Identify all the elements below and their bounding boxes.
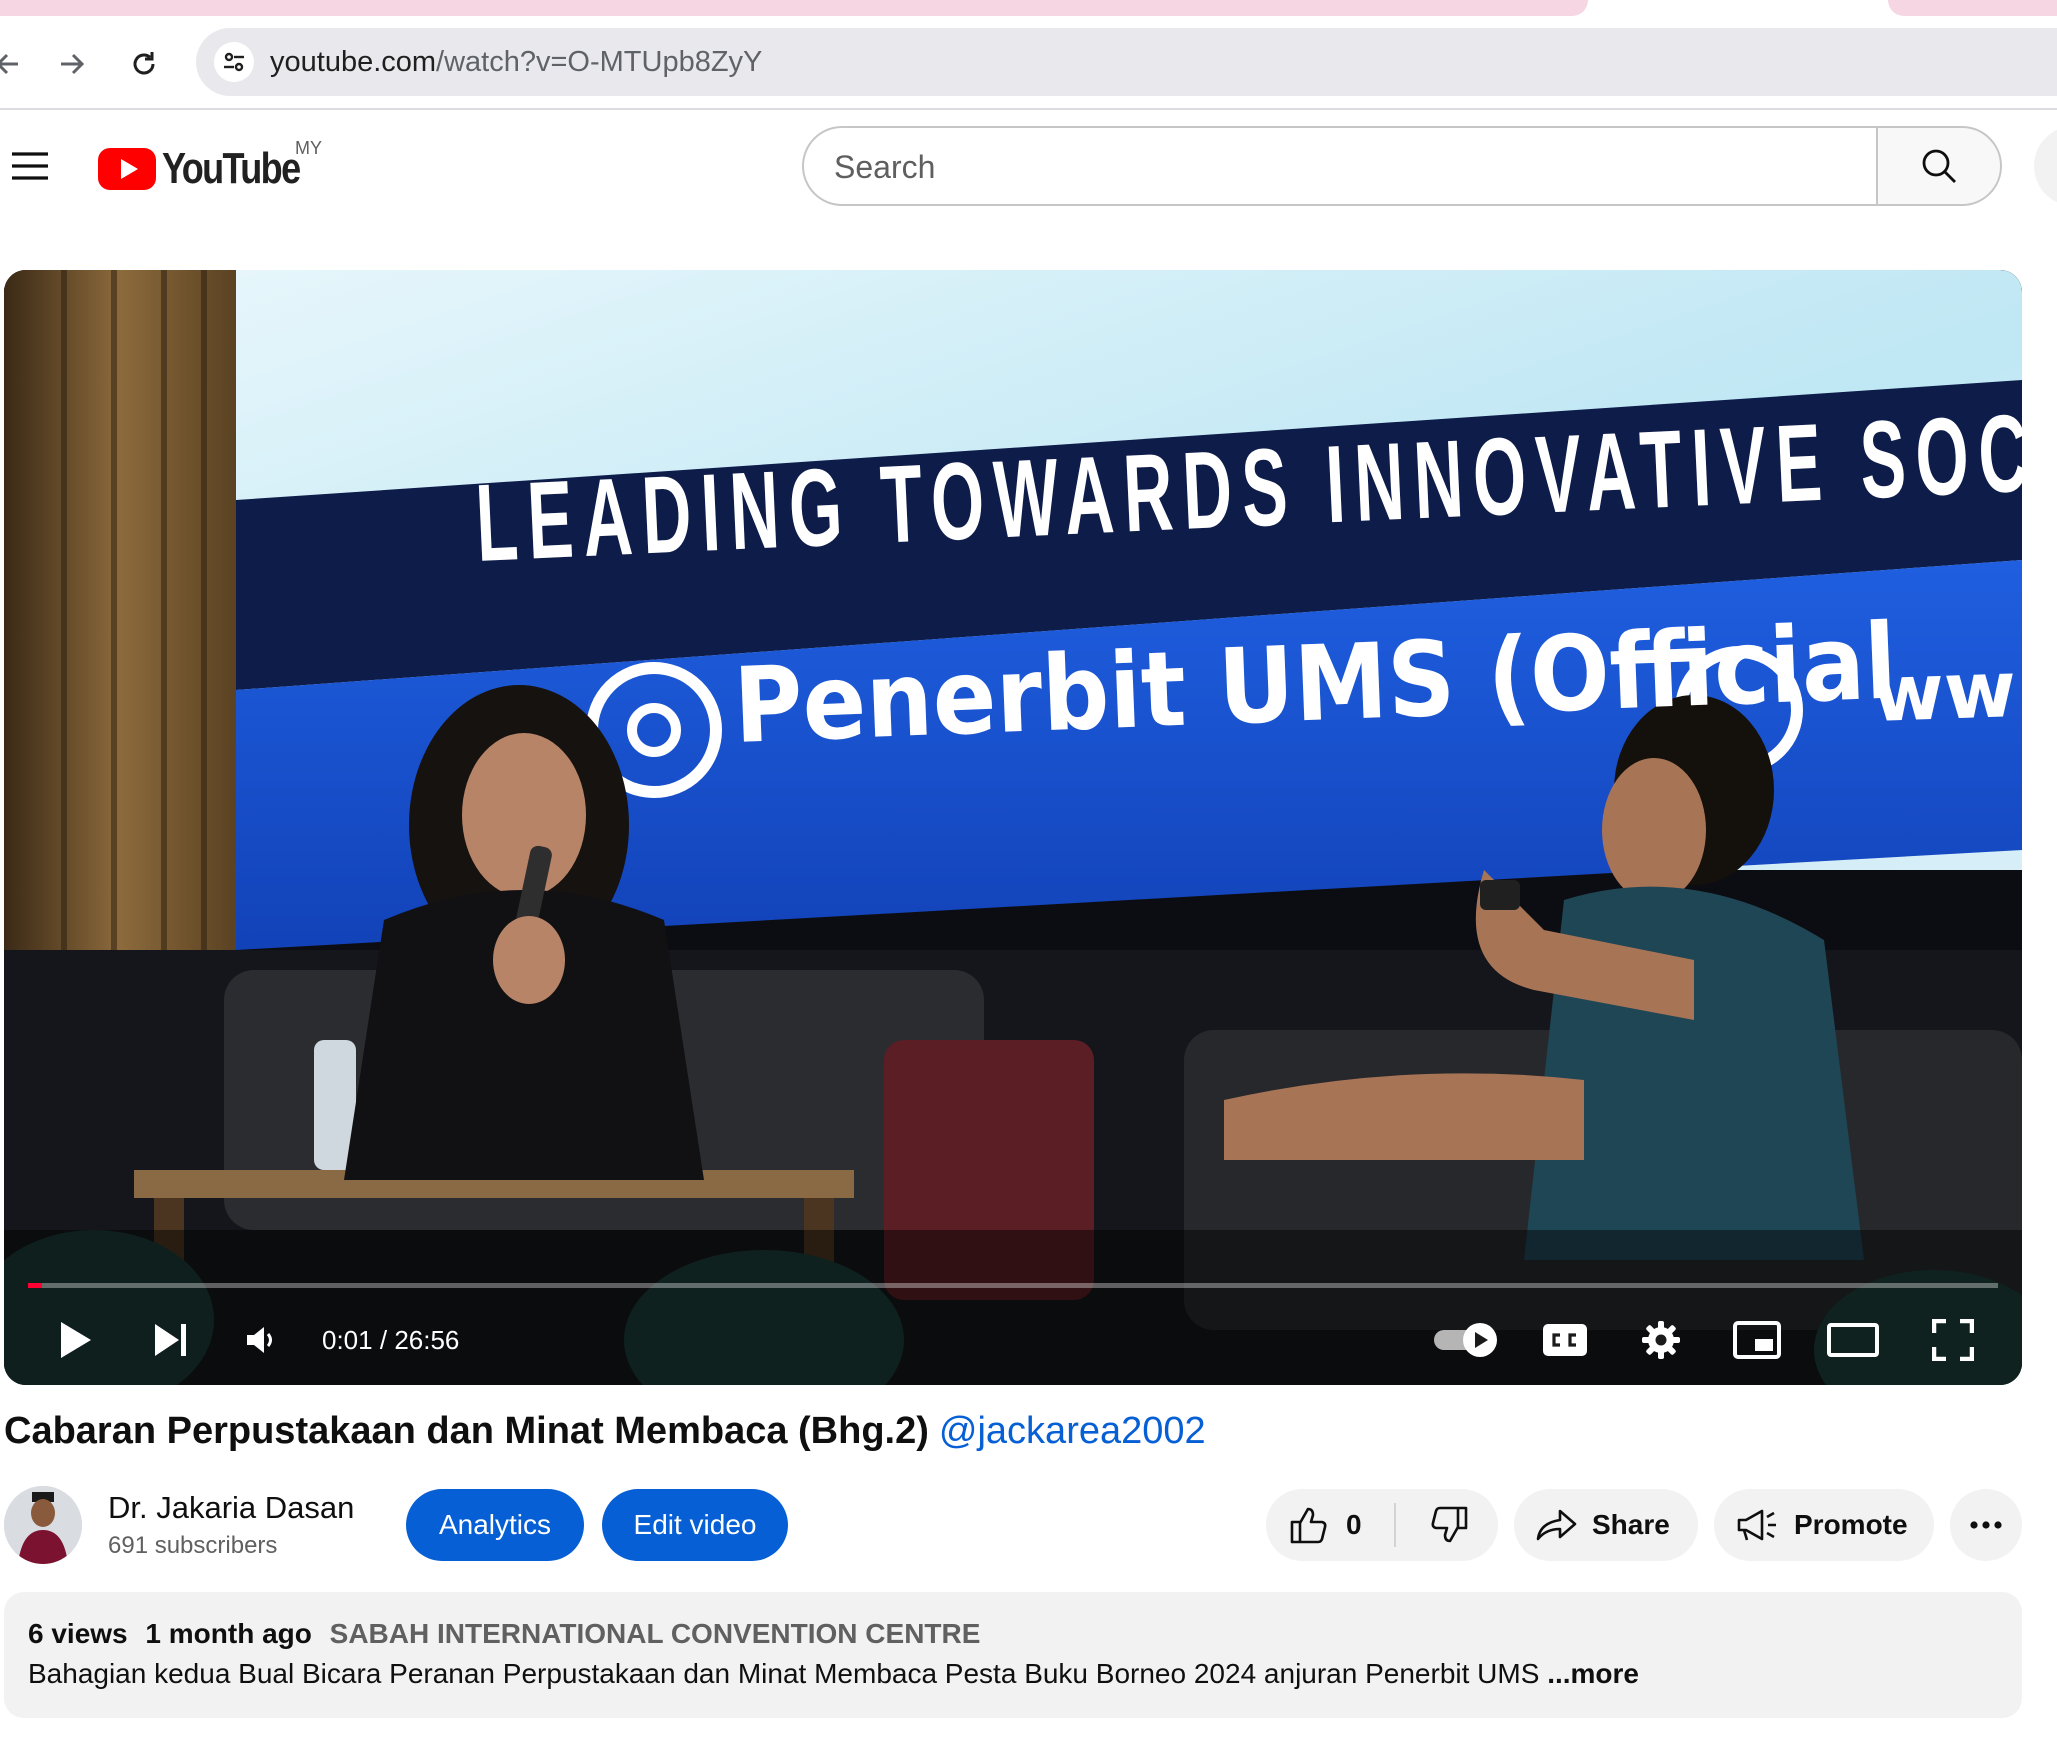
- url-path: /watch?v=O-MTUpb8ZyY: [436, 46, 763, 78]
- edit-video-button[interactable]: Edit video: [602, 1489, 788, 1561]
- url-text[interactable]: youtube.com/watch?v=O-MTUpb8ZyY: [270, 45, 762, 79]
- scene-banner-www: ww: [1870, 644, 2018, 740]
- play-button[interactable]: [40, 1310, 110, 1370]
- subtitles-button[interactable]: [1530, 1310, 1600, 1370]
- reload-icon: [133, 52, 155, 75]
- search-icon: [1922, 149, 1956, 183]
- current-time: 0:01: [322, 1325, 373, 1355]
- theater-mode-icon: [1827, 1323, 1879, 1357]
- volume-icon: [247, 1327, 272, 1353]
- subscriber-count: 691 subscribers: [108, 1532, 278, 1559]
- skip-next-icon: [155, 1324, 186, 1356]
- play-icon: [61, 1322, 91, 1358]
- fullscreen-icon: [1932, 1319, 1974, 1361]
- more-horizontal-icon: [1970, 1521, 2002, 1529]
- promote-button[interactable]: Promote: [1714, 1489, 1934, 1561]
- description-meta: 6 views 1 month ago SABAH INTERNATIONAL …: [28, 1618, 980, 1650]
- address-bar[interactable]: youtube.com/watch?v=O-MTUpb8ZyY: [196, 28, 2057, 96]
- description-text: Bahagian kedua Bual Bicara Peranan Perpu…: [28, 1658, 1639, 1690]
- browser-toolbar: youtube.com/watch?v=O-MTUpb8ZyY: [0, 16, 2057, 110]
- settings-button[interactable]: [1626, 1310, 1696, 1370]
- voice-search-button[interactable]: [2034, 126, 2057, 206]
- arrow-left-icon: [0, 53, 18, 75]
- title-mention-link[interactable]: @jackarea2002: [939, 1410, 1206, 1452]
- youtube-logo[interactable]: YouTube MY: [98, 138, 330, 194]
- thumbs-up-icon: [1290, 1507, 1327, 1544]
- autoplay-toggle[interactable]: [1428, 1310, 1508, 1370]
- location-link[interactable]: SABAH INTERNATIONAL CONVENTION CENTRE: [330, 1618, 981, 1649]
- description-snippet: Bahagian kedua Bual Bicara Peranan Perpu…: [28, 1658, 1540, 1689]
- youtube-play-logo-icon: [98, 148, 156, 190]
- next-button[interactable]: [136, 1310, 206, 1370]
- share-button[interactable]: Share: [1514, 1489, 1698, 1561]
- forward-button[interactable]: [50, 42, 94, 86]
- tune-icon: [224, 52, 244, 72]
- arrow-right-icon: [61, 53, 85, 75]
- browser-tab-strip: [0, 0, 2057, 16]
- browser-tab-next[interactable]: [1888, 0, 2057, 16]
- theater-mode-button[interactable]: [1818, 1310, 1888, 1370]
- video-title: Cabaran Perpustakaan dan Minat Membaca (…: [4, 1410, 1206, 1453]
- dislike-button[interactable]: [1400, 1489, 1500, 1561]
- reload-button[interactable]: [122, 42, 166, 86]
- like-button[interactable]: 0: [1266, 1489, 1394, 1561]
- player-controls: 0:01 / 26:56: [4, 1300, 2022, 1380]
- like-divider: [1394, 1503, 1396, 1547]
- region-code: MY: [295, 138, 322, 158]
- show-more-button[interactable]: ...more: [1547, 1658, 1639, 1689]
- hamburger-menu-icon: [12, 152, 48, 180]
- search-button[interactable]: [1876, 126, 2002, 206]
- view-count: 6 views: [28, 1618, 128, 1649]
- video-title-text: Cabaran Perpustakaan dan Minat Membaca (…: [4, 1410, 929, 1452]
- share-icon: [1536, 1509, 1577, 1541]
- url-host: youtube.com: [270, 46, 437, 78]
- video-player[interactable]: LEADING TOWARDS INNOVATIVE SOCIE Penerbi…: [4, 270, 2022, 1385]
- youtube-wordmark: YouTube: [162, 144, 301, 193]
- duration: 26:56: [394, 1325, 460, 1355]
- time-separator: /: [379, 1325, 388, 1355]
- megaphone-icon: [1737, 1509, 1776, 1541]
- share-label: Share: [1592, 1509, 1670, 1540]
- upload-age: 1 month ago: [145, 1618, 312, 1649]
- autoplay-toggle-icon: [1434, 1323, 1497, 1357]
- site-settings-button[interactable]: [214, 42, 254, 82]
- mute-button[interactable]: [226, 1310, 296, 1370]
- video-owner-row: Dr. Jakaria Dasan 691 subscribers Analyt…: [0, 1486, 2030, 1564]
- description-box[interactable]: 6 views 1 month ago SABAH INTERNATIONAL …: [4, 1592, 2022, 1718]
- thumbs-down-icon: [1431, 1506, 1468, 1543]
- analytics-button[interactable]: Analytics: [406, 1489, 584, 1561]
- progress-bar[interactable]: [28, 1283, 1998, 1288]
- gear-icon: [1642, 1321, 1680, 1359]
- back-button[interactable]: [0, 42, 30, 86]
- search-box: [802, 126, 1878, 206]
- search-input[interactable]: [834, 142, 1834, 192]
- time-display: 0:01 / 26:56: [322, 1325, 459, 1356]
- closed-captions-icon: [1543, 1324, 1587, 1356]
- miniplayer-button[interactable]: [1722, 1310, 1792, 1370]
- progress-played: [28, 1283, 42, 1288]
- browser-tab-active[interactable]: [0, 0, 1588, 16]
- more-actions-button[interactable]: [1950, 1489, 2022, 1561]
- like-dislike-segmented: 0: [1266, 1489, 1498, 1561]
- youtube-masthead: YouTube MY: [0, 110, 2057, 222]
- avatar-image: [4, 1486, 82, 1564]
- guide-menu-button[interactable]: [4, 140, 56, 192]
- promote-label: Promote: [1794, 1509, 1908, 1540]
- channel-avatar[interactable]: [4, 1486, 82, 1564]
- fullscreen-button[interactable]: [1918, 1310, 1988, 1370]
- miniplayer-icon: [1733, 1321, 1781, 1359]
- like-count: 0: [1346, 1509, 1362, 1540]
- channel-name[interactable]: Dr. Jakaria Dasan: [108, 1490, 354, 1526]
